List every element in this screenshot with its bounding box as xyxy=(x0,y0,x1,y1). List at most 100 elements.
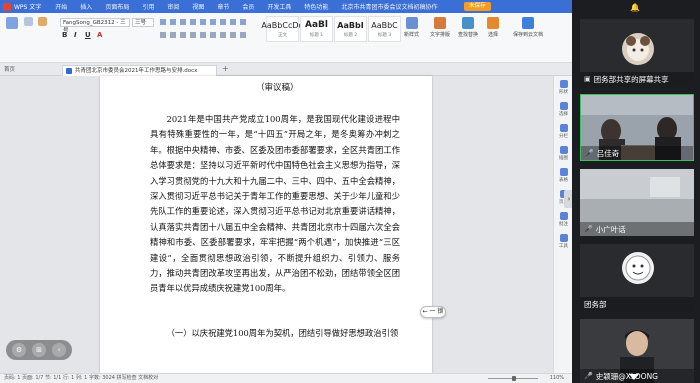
save-status-button[interactable]: 未保存 xyxy=(464,2,491,11)
participant-tile-video-1[interactable]: 🎤 吕佳奇 xyxy=(580,94,694,161)
image-icon xyxy=(559,145,568,154)
menu-home[interactable]: 开始 xyxy=(55,2,67,11)
scroll-down-icon[interactable] xyxy=(629,374,639,380)
new-style-label: 新样式 xyxy=(404,32,420,38)
right-tool-comment[interactable]: 批注 xyxy=(554,208,572,230)
avatar xyxy=(622,33,654,65)
italic-button[interactable]: I xyxy=(74,31,77,39)
cloud-icon xyxy=(522,17,534,29)
status-bar: 页码: 1 页面: 1/7 节: 1/1 行: 1 列: 1 字数: 3024 … xyxy=(0,373,572,383)
right-tool-columns[interactable]: 分栏 xyxy=(554,120,572,142)
right-tool-label: 工具 xyxy=(559,243,568,249)
format-painter-button[interactable] xyxy=(38,17,47,28)
participant-name-label: ▣ 团务部共享的屏幕共享 xyxy=(580,72,694,86)
save-cloud-button[interactable]: 保存到云文档 xyxy=(508,17,548,38)
menu-chapter[interactable]: 章节 xyxy=(217,2,229,11)
participant-name: 团务部共享的屏幕共享 xyxy=(593,74,669,84)
scissors-icon xyxy=(24,17,33,26)
home-tab[interactable]: 首页 xyxy=(4,65,15,73)
menu-view[interactable]: 视图 xyxy=(192,2,204,11)
style-heading-1[interactable]: AaBl 标题 1 xyxy=(300,16,333,42)
participant-name-label: 团务部 xyxy=(580,297,694,311)
underline-button[interactable]: U xyxy=(85,31,91,39)
menu-layout[interactable]: 页面布局 xyxy=(105,2,129,11)
menu-review[interactable]: 审阅 xyxy=(167,2,179,11)
document-page[interactable]: （审议稿） 2021年是中国共产党成立100周年，是我国现代化建设进程中具有特殊… xyxy=(100,76,432,373)
search-icon xyxy=(462,17,474,29)
columns-icon xyxy=(559,123,568,132)
word-doc-icon xyxy=(66,68,72,74)
right-tool-select[interactable]: 选择 xyxy=(554,98,572,120)
new-style-button[interactable]: 新样式 xyxy=(404,17,419,38)
style-h1-sample: AaBl xyxy=(305,20,328,30)
style-h2-label: 标题 2 xyxy=(343,32,358,38)
right-tool-label: 批注 xyxy=(559,221,568,227)
menu-references[interactable]: 引用 xyxy=(142,2,154,11)
ribbon: FangSong_GB2312 - 三号 三号 B I U A AaBbCcDd… xyxy=(0,13,572,63)
new-tab-button[interactable]: + xyxy=(222,64,229,73)
paste-button[interactable] xyxy=(6,17,18,31)
participant-tile-avatar[interactable]: 团务部 xyxy=(580,244,694,311)
text-layout-button[interactable]: 文字排版 xyxy=(430,17,450,38)
paragraph-tools[interactable] xyxy=(160,19,246,25)
tools-icon xyxy=(559,233,568,242)
document-tab-title: 共青团北京市委员会2021年工作思路与安排.docx xyxy=(75,68,198,74)
font-name-select[interactable]: FangSong_GB2312 - 三号 xyxy=(60,18,130,34)
cartoon-avatar-icon xyxy=(626,36,650,61)
screen: WPS 文字 开始 插入 页面布局 引用 审阅 视图 章节 会员 开发工具 特色… xyxy=(0,0,700,383)
document-body-paragraph[interactable]: 2021年是中国共产党成立100周年，是我国现代化建设进程中具有特殊重要性的一年… xyxy=(150,112,400,297)
style-heading-2[interactable]: AaBbI 标题 2 xyxy=(334,16,367,42)
right-tool-image[interactable]: 插图 xyxy=(554,142,572,164)
floating-nav-button[interactable]: ← 一 锁 xyxy=(420,306,446,318)
menu-features[interactable]: 特色功能 xyxy=(304,2,328,11)
right-tool-tools[interactable]: 工具 xyxy=(554,230,572,252)
cursor-icon xyxy=(487,17,499,29)
style-h2-sample: AaBbI xyxy=(337,20,364,30)
collapse-icon[interactable]: ‹ xyxy=(52,343,66,357)
right-tool-table[interactable]: 表格 xyxy=(554,164,572,186)
participant-tile-video-2[interactable]: 🎤 小广叶话 xyxy=(580,169,694,236)
right-tool-shape[interactable]: 形状 xyxy=(554,76,572,98)
section-heading-1[interactable]: （一）以庆祝建党100周年为契机，团结引导做好思想政治引领 xyxy=(150,326,400,341)
wps-logo[interactable]: WPS 文字 xyxy=(3,2,41,11)
settings-icon[interactable]: ⚙ xyxy=(12,343,26,357)
document-tab[interactable]: 共青团北京市委员会2021年工作思路与安排.docx xyxy=(62,65,217,76)
participant-name: 小广叶话 xyxy=(595,224,626,234)
zoom-slider-handle[interactable] xyxy=(512,376,516,381)
participant-name-label: 🎤 小广叶话 xyxy=(580,222,694,236)
menu-member[interactable]: 会员 xyxy=(242,2,254,11)
document-tag: （审议稿） xyxy=(256,83,299,93)
right-tool-label: 分栏 xyxy=(559,133,568,139)
style-normal[interactable]: AaBbCcDd 正文 xyxy=(261,16,304,42)
layout-icon[interactable]: ⊞ xyxy=(32,343,46,357)
cut-button[interactable] xyxy=(24,17,33,28)
menu-developer[interactable]: 开发工具 xyxy=(267,2,291,11)
find-replace-button[interactable]: 查找替换 xyxy=(458,17,478,38)
wps-logo-icon xyxy=(3,2,11,11)
mic-icon: 🎤 xyxy=(584,225,593,233)
participant-tile-screenshare[interactable]: ▣ 团务部共享的屏幕共享 xyxy=(580,19,694,86)
style-h3-sample: AaBbC xyxy=(371,20,398,30)
style-heading-3[interactable]: AaBbC 标题 3 xyxy=(368,16,401,42)
brush-icon xyxy=(38,17,47,26)
font-size-select[interactable]: 三号 xyxy=(132,18,154,27)
right-toolbar: 形状 选择 分栏 插图 表格 页眉 批注 工具 xyxy=(553,76,572,373)
text-layout-label: 文字排版 xyxy=(430,32,451,38)
menu-collab[interactable]: 北京市共青团市委会议文档初稿协作 xyxy=(341,2,437,11)
text-layout-icon xyxy=(434,17,446,29)
bold-button[interactable]: B xyxy=(62,31,67,39)
mic-icon: 🎤 xyxy=(584,372,593,380)
participant-name: 史颖珊@XLOONG xyxy=(595,371,658,381)
select-button[interactable]: 选择 xyxy=(487,17,499,38)
zoom-level[interactable]: 110% xyxy=(550,374,564,383)
select-label: 选择 xyxy=(487,32,498,38)
notification-bell-icon[interactable]: 🔔 xyxy=(630,3,640,12)
font-color-button[interactable]: A xyxy=(97,31,102,39)
right-tool-label: 插图 xyxy=(559,155,568,161)
document-canvas[interactable]: （审议稿） 2021年是中国共产党成立100周年，是我国现代化建设进程中具有特殊… xyxy=(0,76,553,373)
style-h1-label: 标题 1 xyxy=(309,33,324,38)
table-icon xyxy=(559,167,568,176)
alignment-tools[interactable] xyxy=(160,32,246,38)
menu-insert[interactable]: 插入 xyxy=(80,2,92,11)
find-replace-label: 查找替换 xyxy=(458,32,479,38)
